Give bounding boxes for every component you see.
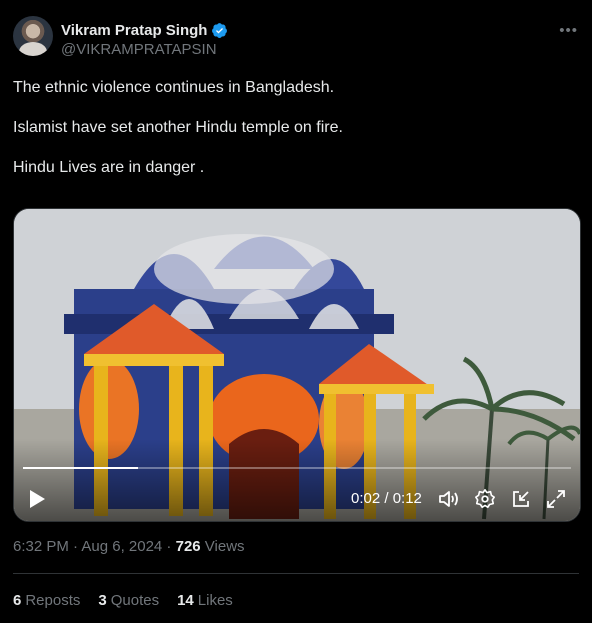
author-handle[interactable]: @VIKRAMPRATAPSIN [61, 41, 217, 58]
quotes-count: 3 [98, 592, 107, 609]
views-label: Views [200, 538, 245, 555]
likes-label: Likes [197, 592, 233, 609]
quotes-label: Quotes [110, 592, 160, 609]
post-timestamp[interactable]: 6:32 PM · Aug 6, 2024 · [13, 538, 176, 555]
video-frame [14, 209, 580, 521]
reposts-link[interactable]: 6 Reposts [13, 592, 80, 609]
avatar[interactable] [13, 16, 53, 56]
quotes-link[interactable]: 3 Quotes [98, 592, 159, 609]
reposts-label: Reposts [25, 592, 81, 609]
video-progress-bar[interactable] [23, 467, 571, 469]
post-line: Hindu Lives are in danger . [13, 159, 205, 176]
video-progress-fill [23, 467, 139, 469]
author-row: Vikram Pratap Singh [61, 22, 228, 39]
verified-badge-icon [212, 23, 228, 38]
fullscreen-icon[interactable] [546, 489, 566, 509]
divider [13, 573, 579, 574]
video-time-display: 0:02 / 0:12 [351, 490, 422, 507]
settings-icon[interactable] [474, 488, 496, 510]
play-icon[interactable] [28, 489, 46, 509]
engagement-stats: 6 Reposts 3 Quotes 14 Likes [13, 592, 233, 609]
post-meta: 6:32 PM · Aug 6, 2024 · 726 Views [13, 538, 245, 555]
post-line: The ethnic violence continues in Banglad… [13, 79, 335, 96]
author-name[interactable]: Vikram Pratap Singh [61, 22, 207, 39]
post-line: Islamist have set another Hindu temple o… [13, 119, 343, 136]
views-count: 726 [175, 538, 201, 555]
likes-link[interactable]: 14 Likes [177, 592, 233, 609]
reposts-count: 6 [13, 592, 22, 609]
volume-icon[interactable] [438, 489, 460, 509]
likes-count: 14 [177, 592, 194, 609]
video-player[interactable]: 0:02 / 0:12 [13, 208, 581, 522]
post-text: The ethnic violence continues in Banglad… [13, 78, 573, 178]
ellipsis-icon[interactable]: ••• [559, 22, 578, 39]
picture-in-picture-icon[interactable] [511, 489, 531, 509]
